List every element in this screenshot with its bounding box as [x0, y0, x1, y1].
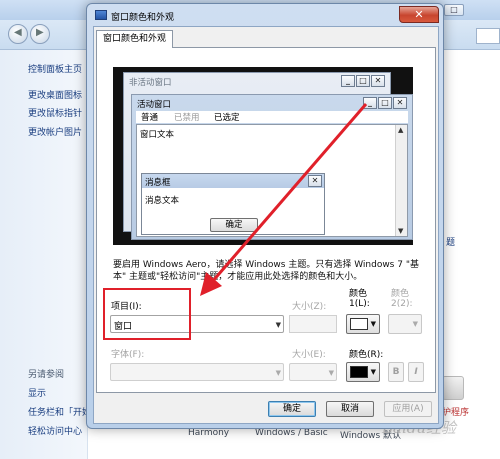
screen: _ □ ◀ ▶ 控制面板主页 更改桌面图标 更改鼠标指针 更改帐户图片 另请参阅… [0, 0, 500, 459]
annotation-arrow-icon [200, 103, 368, 296]
